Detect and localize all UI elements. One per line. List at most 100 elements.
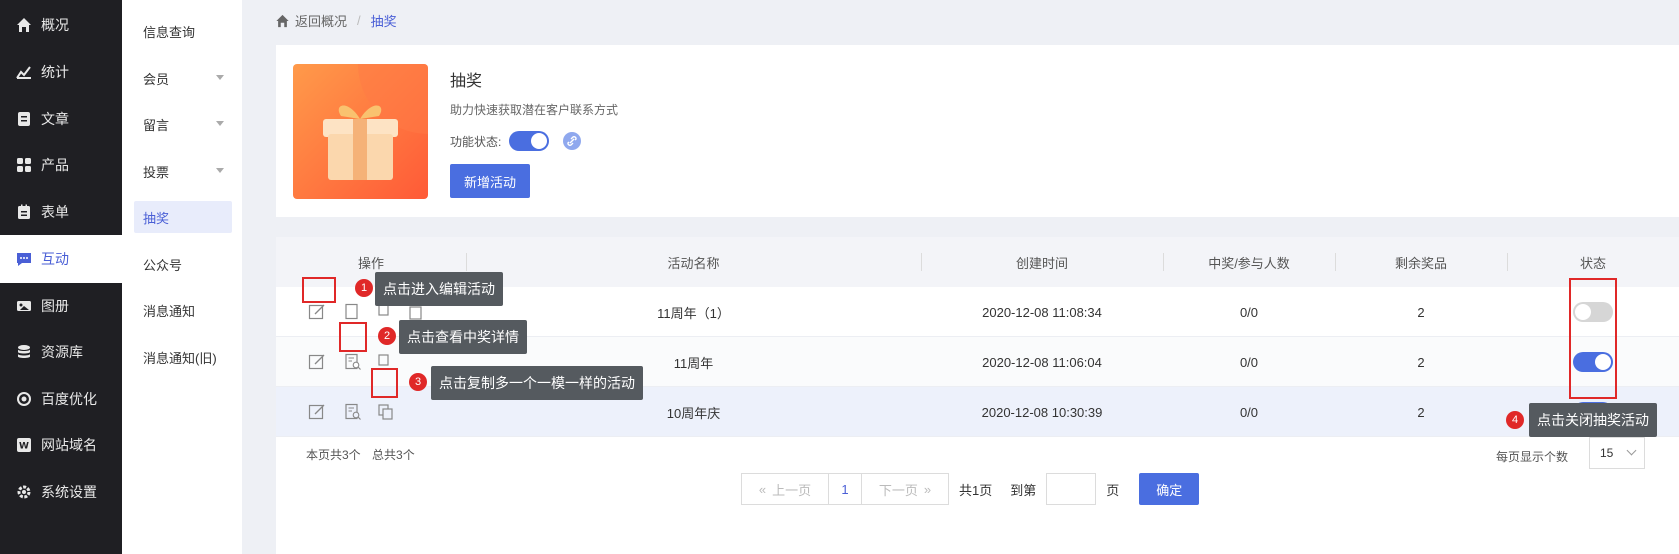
subnav-item-members[interactable]: 会员: [134, 62, 232, 94]
sidebar-item-overview[interactable]: 概况: [0, 1, 122, 49]
page-number[interactable]: 1: [829, 473, 861, 505]
total-count: 总共3个: [372, 448, 415, 462]
home-icon: [276, 14, 289, 27]
sidebar-item-seo[interactable]: 百度优化: [0, 375, 122, 423]
subnav-item-messages[interactable]: 留言: [134, 108, 232, 140]
highlight-edit: [302, 277, 336, 303]
subnav-item-official-account[interactable]: 公众号: [134, 248, 232, 280]
pagination: « 上一页 1 下一页 » 共1页 到第 页 确定: [741, 473, 1200, 505]
remaining-prizes: 2: [1417, 304, 1425, 320]
detail-icon[interactable]: [344, 353, 362, 371]
domain-icon: W: [17, 438, 31, 452]
sidebar-item-forms[interactable]: 表单: [0, 188, 122, 236]
feature-status-toggle[interactable]: [509, 131, 550, 151]
feature-description: 助力快速获取潜在客户联系方式: [450, 103, 619, 117]
edit-icon[interactable]: [308, 353, 326, 371]
sidebar-item-label: 文章: [41, 111, 69, 127]
chevron-down-icon: [216, 75, 224, 80]
sidebar-item-albums[interactable]: 图册: [0, 282, 122, 330]
sidebar-item-label: 资源库: [41, 344, 83, 360]
activity-table-card: 操作 活动名称 创建时间 中奖/参与人数 剩余奖品 状态 11周年（1） 202…: [276, 237, 1679, 554]
sidebar-item-domain[interactable]: W 网站域名: [0, 421, 122, 469]
sidebar-item-products[interactable]: 产品: [0, 141, 122, 189]
subnav-item-label: 投票: [143, 164, 170, 180]
prev-page-button[interactable]: « 上一页: [741, 473, 829, 505]
secondary-sidebar: 信息查询 会员 留言 投票 抽奖 公众号 消息通知 消息通知(旧): [122, 0, 242, 554]
breadcrumb-current: 抽奖: [370, 14, 397, 29]
column-header: 活动名称: [667, 255, 720, 271]
page-info: 本页共3个 总共3个: [306, 446, 415, 463]
primary-sidebar: 概况 统计 文章 产品 表单 互动 图册 资源库 百度优化 W 网站域名 系统设…: [0, 0, 122, 554]
chart-icon: [16, 66, 31, 79]
sidebar-item-label: 产品: [41, 157, 69, 173]
gift-icon: [323, 64, 428, 180]
callout-copy-tip: 点击复制多一个一模一样的活动: [431, 366, 643, 400]
chevron-down-icon: [1626, 445, 1637, 456]
remaining-prizes: 2: [1417, 404, 1425, 420]
feature-title: 抽奖: [450, 73, 483, 90]
subnav-item-voting[interactable]: 投票: [134, 155, 232, 187]
subnav-item-label: 消息通知: [143, 303, 196, 319]
callout-number: 3: [409, 373, 427, 391]
detail-icon[interactable]: [344, 303, 362, 321]
subnav-item-notifications[interactable]: 消息通知: [134, 294, 232, 326]
svg-text:W: W: [19, 442, 29, 452]
column-header: 中奖/参与人数: [1208, 255, 1290, 271]
page-count: 本页共3个: [306, 448, 361, 462]
breadcrumb-back-link[interactable]: 返回概况: [295, 11, 347, 30]
per-page-select[interactable]: 15: [1589, 437, 1645, 469]
next-page-button[interactable]: 下一页 »: [861, 473, 949, 505]
sidebar-item-label: 统计: [41, 64, 69, 80]
sidebar-item-label: 百度优化: [41, 391, 97, 407]
sidebar-item-label: 互动: [41, 251, 69, 267]
sidebar-item-stats[interactable]: 统计: [0, 48, 122, 96]
highlight-status: [1569, 278, 1617, 399]
highlight-copy: [371, 368, 398, 398]
callout-edit-tip: 点击进入编辑活动: [375, 272, 503, 306]
subnav-item-label: 信息查询: [143, 24, 196, 40]
gift-image: [293, 64, 428, 199]
subnav-item-label: 消息通知(旧): [143, 350, 217, 366]
subnav-item-label: 会员: [143, 71, 170, 87]
feature-status: 功能状态:: [450, 131, 582, 151]
callout-number: 1: [355, 279, 373, 297]
double-chevron-left-icon: «: [758, 481, 767, 497]
sidebar-item-resources[interactable]: 资源库: [0, 328, 122, 376]
form-icon: [18, 204, 30, 219]
sidebar-item-label: 表单: [41, 204, 69, 220]
subnav-item-info-query[interactable]: 信息查询: [134, 15, 232, 47]
confirm-button[interactable]: 确定: [1139, 473, 1200, 505]
callout-status-tip: 点击关闭抽奖活动: [1529, 403, 1657, 437]
subnav-item-lottery[interactable]: 抽奖: [134, 201, 232, 233]
link-icon[interactable]: [563, 132, 582, 150]
activity-name: 11周年（1）: [657, 305, 730, 321]
column-header: 创建时间: [1015, 255, 1068, 271]
breadcrumb: 返回概况 / 抽奖: [275, 11, 397, 30]
goto-page-input[interactable]: [1046, 473, 1097, 505]
copy-icon[interactable]: [377, 403, 395, 421]
per-page-label: 每页显示个数: [1496, 450, 1569, 464]
subnav-item-notifications-old[interactable]: 消息通知(旧): [134, 341, 232, 373]
chevron-down-icon: [216, 121, 224, 126]
chat-icon: [17, 253, 31, 266]
feature-status-label: 功能状态:: [450, 134, 502, 149]
add-activity-button[interactable]: 新增活动: [450, 164, 531, 198]
article-icon: [18, 112, 30, 126]
sidebar-item-settings[interactable]: 系统设置: [0, 468, 122, 516]
subnav-item-label: 留言: [143, 117, 170, 133]
sidebar-item-articles[interactable]: 文章: [0, 95, 122, 143]
detail-icon[interactable]: [344, 403, 362, 421]
callout-number: 4: [1506, 411, 1524, 429]
highlight-detail: [339, 322, 367, 352]
winner-participant-ratio: 0/0: [1239, 404, 1259, 420]
sidebar-item-label: 概况: [41, 17, 69, 33]
subnav-item-label: 抽奖: [143, 210, 170, 226]
edit-icon[interactable]: [308, 403, 326, 421]
goto-label: 到第: [1010, 482, 1037, 498]
created-time: 2020-12-08 10:30:39: [981, 404, 1103, 420]
sidebar-item-interaction[interactable]: 互动: [0, 235, 122, 283]
sidebar-item-label: 网站域名: [41, 437, 97, 453]
grid-icon: [17, 158, 31, 172]
home-icon: [17, 18, 31, 32]
edit-icon[interactable]: [308, 303, 326, 321]
